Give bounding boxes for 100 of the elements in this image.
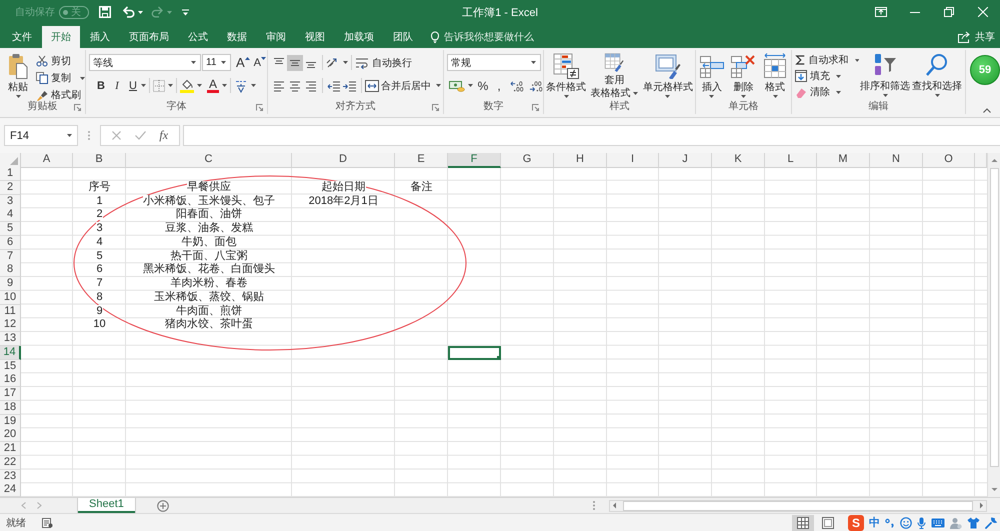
close-icon[interactable] (978, 7, 988, 17)
microphone-icon[interactable] (917, 516, 926, 528)
row-header[interactable]: 6 (0, 236, 21, 250)
merge-center-button[interactable]: 合并后居中 (365, 78, 441, 92)
caret-icon[interactable] (141, 84, 146, 87)
tell-me-field[interactable]: 告诉我你想要做什么 (444, 32, 544, 42)
normal-view-icon[interactable] (792, 514, 814, 530)
row-header[interactable]: 10 (0, 290, 21, 305)
row-header[interactable]: 13 (0, 332, 21, 346)
row-header[interactable]: 23 (0, 470, 21, 484)
percent-button[interactable]: % (477, 78, 489, 94)
save-icon[interactable] (99, 6, 111, 18)
ribbon-tab[interactable]: 数据 (218, 26, 256, 48)
caret-icon[interactable] (468, 84, 473, 87)
format-painter-button[interactable]: 格式刷 (36, 88, 85, 102)
row-header[interactable]: 12 (0, 318, 21, 332)
style-button[interactable]: 单元格样式 (642, 52, 694, 100)
column-header[interactable]: B (73, 153, 126, 168)
scroll-thumb[interactable] (990, 168, 998, 467)
caret-icon[interactable] (197, 84, 202, 87)
column-header[interactable]: L (765, 153, 817, 168)
shrink-font-button[interactable]: A (254, 56, 266, 70)
vertical-align-icon[interactable] (287, 54, 303, 70)
column-header[interactable]: N (870, 153, 923, 168)
restore-icon[interactable] (944, 7, 954, 17)
clear-button[interactable]: 清除 (795, 85, 859, 99)
ribbon-display-icon[interactable] (875, 7, 887, 17)
row-header[interactable]: 7 (0, 250, 21, 264)
increase-decimal-icon[interactable] (510, 80, 524, 92)
row-header[interactable]: 20 (0, 428, 21, 442)
scroll-thumb[interactable] (623, 500, 973, 510)
font-style-button[interactable]: U (125, 78, 141, 94)
shirt-icon[interactable] (967, 516, 980, 528)
number-format-field[interactable]: 常规 (447, 54, 541, 71)
column-header[interactable]: E (395, 153, 448, 168)
font-size-field[interactable]: 11 (202, 54, 231, 71)
style-button[interactable]: 条件格式 (545, 52, 588, 100)
copy-button[interactable]: 复制 (36, 71, 85, 85)
ribbon-tab[interactable]: 审阅 (257, 26, 295, 48)
column-header[interactable]: K (712, 153, 765, 168)
ribbon-tab[interactable]: 页面布局 (120, 26, 178, 48)
ribbon-tab[interactable]: 插入 (81, 26, 119, 48)
row-header[interactable]: 19 (0, 414, 21, 428)
ribbon-tab[interactable]: 文件 (3, 26, 41, 48)
ime-mode-button[interactable]: 中 (869, 515, 880, 530)
row-header[interactable]: 3 (0, 194, 21, 208)
dialog-launcher-icon[interactable] (532, 104, 539, 110)
row-header[interactable]: 24 (0, 483, 21, 497)
font-style-button[interactable]: I (109, 78, 125, 94)
font-style-button[interactable]: B (93, 78, 109, 94)
formula-input[interactable] (183, 125, 1000, 146)
vertical-scrollbar[interactable] (987, 153, 1000, 497)
fill-color-icon[interactable] (180, 78, 194, 92)
accounting-format-icon[interactable] (449, 80, 465, 92)
ribbon-tab[interactable]: 团队 (384, 26, 422, 48)
column-header[interactable]: O (923, 153, 975, 168)
decrease-decimal-icon[interactable] (529, 80, 543, 92)
dialog-launcher-icon[interactable] (432, 104, 439, 110)
sort-filter-button[interactable]: 排序和筛选 (859, 51, 911, 100)
phonetic-guide-icon[interactable] (234, 78, 248, 92)
fill-button[interactable]: 填充 (795, 69, 859, 83)
add-sheet-icon[interactable] (156, 500, 169, 512)
collapse-ribbon-icon[interactable] (983, 108, 991, 113)
cut-button[interactable]: 剪切 (36, 54, 85, 68)
column-header[interactable]: D (292, 153, 395, 168)
keyboard-icon[interactable] (931, 518, 945, 528)
undo-icon[interactable] (122, 6, 135, 18)
column-header[interactable]: J (659, 153, 712, 168)
caret-icon[interactable] (343, 61, 348, 64)
cells-button[interactable]: 插入 (696, 52, 727, 100)
row-header[interactable]: 5 (0, 222, 21, 236)
column-header[interactable]: I (607, 153, 659, 168)
font-color-button[interactable]: A (207, 78, 220, 94)
dialog-launcher-icon[interactable] (74, 104, 81, 110)
macro-record-icon[interactable] (42, 518, 53, 528)
column-header[interactable]: F (448, 153, 501, 168)
column-header[interactable]: G (501, 153, 554, 168)
autosum-button[interactable]: 自动求和 (795, 53, 859, 67)
column-header[interactable]: A (21, 153, 73, 168)
dialog-launcher-icon[interactable] (256, 104, 263, 110)
caret-icon[interactable] (222, 84, 228, 87)
grow-font-button[interactable]: A (236, 56, 250, 70)
horizontal-scrollbar[interactable] (609, 500, 987, 512)
ime-logo[interactable]: S (848, 514, 864, 530)
row-header[interactable]: 21 (0, 442, 21, 456)
row-header[interactable]: 8 (0, 263, 21, 278)
style-button[interactable]: 套用 表格格式 (589, 52, 640, 100)
paste-button[interactable]: 粘贴 (4, 52, 32, 100)
row-header[interactable]: 1 (0, 167, 21, 181)
row-header[interactable]: 14 (0, 346, 21, 360)
scroll-up-icon[interactable] (990, 156, 998, 165)
font-name-field[interactable]: 等线 (89, 54, 201, 71)
caret-icon[interactable] (251, 84, 256, 87)
wrap-text-button[interactable]: 自动换行 (355, 56, 412, 70)
customize-caret-icon[interactable] (182, 8, 189, 16)
cells-button[interactable]: 删除 (728, 52, 758, 100)
scroll-down-icon[interactable] (990, 485, 998, 494)
insert-function-button[interactable]: fx (159, 128, 168, 143)
row-header[interactable]: 17 (0, 387, 21, 401)
find-select-button[interactable]: 查找和选择 (911, 51, 963, 100)
